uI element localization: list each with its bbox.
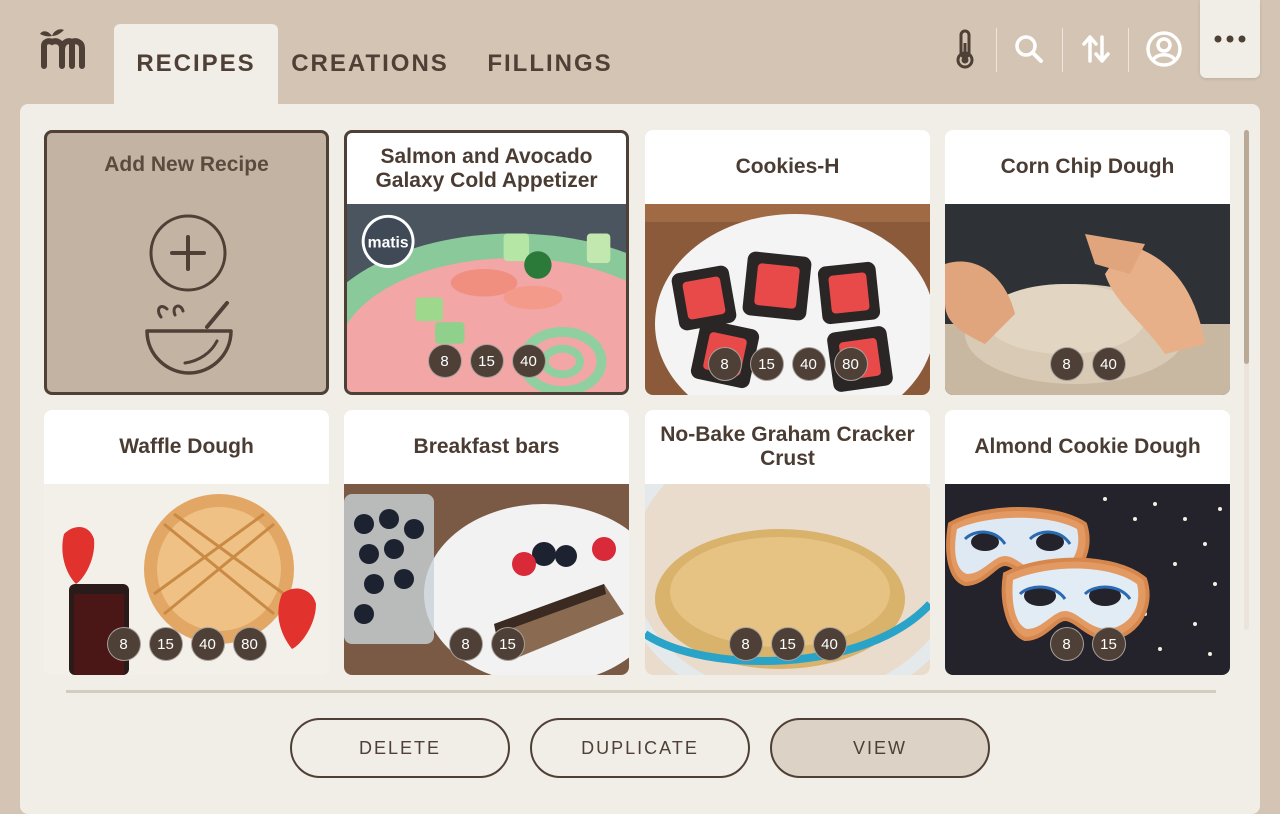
recipe-title: Almond Cookie Dough (974, 435, 1201, 458)
recipe-title: No-Bake Graham Cracker Crust (660, 423, 915, 470)
recipe-image: 8 15 (344, 484, 629, 675)
recipes-panel: Add New Recipe Salmon and Avocado Galaxy… (20, 104, 1260, 814)
add-new-recipe-card[interactable]: Add New Recipe (44, 130, 329, 395)
thermometer-icon[interactable] (935, 24, 995, 74)
sort-icon[interactable] (1066, 24, 1126, 74)
recipe-card-breakfast-bars[interactable]: Breakfast bars 8 15 (344, 410, 629, 675)
batch-badge: 40 (511, 344, 546, 378)
recipe-title: Corn Chip Dough (1000, 155, 1175, 178)
batch-badge: 40 (190, 627, 225, 661)
toolbar-divider (1128, 28, 1129, 72)
panel-divider (66, 690, 1216, 693)
recipe-image: 8 15 (945, 484, 1230, 675)
recipe-image: 8 15 40 (645, 484, 930, 675)
batch-size-badges: 8 15 (344, 627, 629, 661)
recipe-card-graham-cracker-crust[interactable]: No-Bake Graham Cracker Crust 8 15 40 (645, 410, 930, 675)
search-icon[interactable] (999, 24, 1059, 74)
delete-button[interactable]: DELETE (290, 718, 510, 778)
top-bar: RECIPES CREATIONS FILLINGS (0, 0, 1280, 104)
batch-badge: 15 (749, 347, 784, 381)
recipe-card-almond-cookie-dough[interactable]: Almond Cookie Dough 8 15 (945, 410, 1230, 675)
mixing-bowl-icon (145, 301, 233, 375)
more-menu-button[interactable] (1200, 0, 1260, 78)
batch-badge: 80 (833, 347, 868, 381)
batch-size-badges: 8 15 (945, 627, 1230, 661)
recipe-image: 8 15 40 80 (44, 484, 329, 675)
batch-badge: 8 (728, 627, 763, 661)
recipe-image: 8 15 40 80 (645, 204, 930, 395)
batch-badge: 8 (427, 344, 462, 378)
batch-size-badges: 8 15 40 (347, 344, 626, 378)
batch-badge: 40 (812, 627, 847, 661)
batch-badge: 40 (1091, 347, 1126, 381)
recipe-title: Salmon and Avocado Galaxy Cold Appetizer (375, 144, 598, 192)
batch-badge: 8 (707, 347, 742, 381)
recipe-image: 8 40 (945, 204, 1230, 395)
batch-size-badges: 8 15 40 (645, 627, 930, 661)
batch-badge: 15 (490, 627, 525, 661)
batch-badge: 15 (770, 627, 805, 661)
batch-size-badges: 8 15 40 80 (44, 627, 329, 661)
batch-badge: 15 (148, 627, 183, 661)
tab-recipes[interactable]: RECIPES (114, 24, 278, 104)
recipe-image: matis 8 15 40 (347, 204, 626, 392)
batch-badge: 80 (232, 627, 267, 661)
tab-creations[interactable]: CREATIONS (288, 24, 452, 104)
batch-badge: 40 (791, 347, 826, 381)
recipe-title: Breakfast bars (413, 435, 560, 458)
app-logo (38, 28, 98, 70)
batch-size-badges: 8 40 (945, 347, 1230, 381)
matis-brand-logo: matis (368, 234, 409, 251)
recipe-card-salmon-avocado[interactable]: Salmon and Avocado Galaxy Cold Appetizer… (344, 130, 629, 395)
view-button[interactable]: VIEW (770, 718, 990, 778)
scrollbar-thumb[interactable] (1244, 130, 1249, 364)
duplicate-button[interactable]: DUPLICATE (530, 718, 750, 778)
tab-fillings[interactable]: FILLINGS (470, 24, 630, 104)
batch-badge: 15 (1091, 627, 1126, 661)
toolbar-divider (1062, 28, 1063, 72)
recipe-card-cookies-h[interactable]: Cookies-H 8 15 40 80 (645, 130, 930, 395)
recipe-card-waffle-dough[interactable]: Waffle Dough 8 15 40 80 (44, 410, 329, 675)
batch-badge: 15 (469, 344, 504, 378)
more-icon (1214, 35, 1246, 43)
recipe-card-corn-chip-dough[interactable]: Corn Chip Dough 8 40 (945, 130, 1230, 395)
batch-size-badges: 8 15 40 80 (645, 347, 930, 381)
batch-badge: 8 (1049, 347, 1084, 381)
recipe-title: Cookies-H (735, 155, 840, 178)
recipe-title: Waffle Dough (119, 435, 254, 458)
batch-badge: 8 (106, 627, 141, 661)
plus-circle-icon (149, 214, 227, 292)
toolbar-divider (996, 28, 997, 72)
add-new-recipe-label: Add New Recipe (104, 153, 269, 176)
account-icon[interactable] (1134, 24, 1194, 74)
batch-badge: 8 (1049, 627, 1084, 661)
batch-badge: 8 (448, 627, 483, 661)
